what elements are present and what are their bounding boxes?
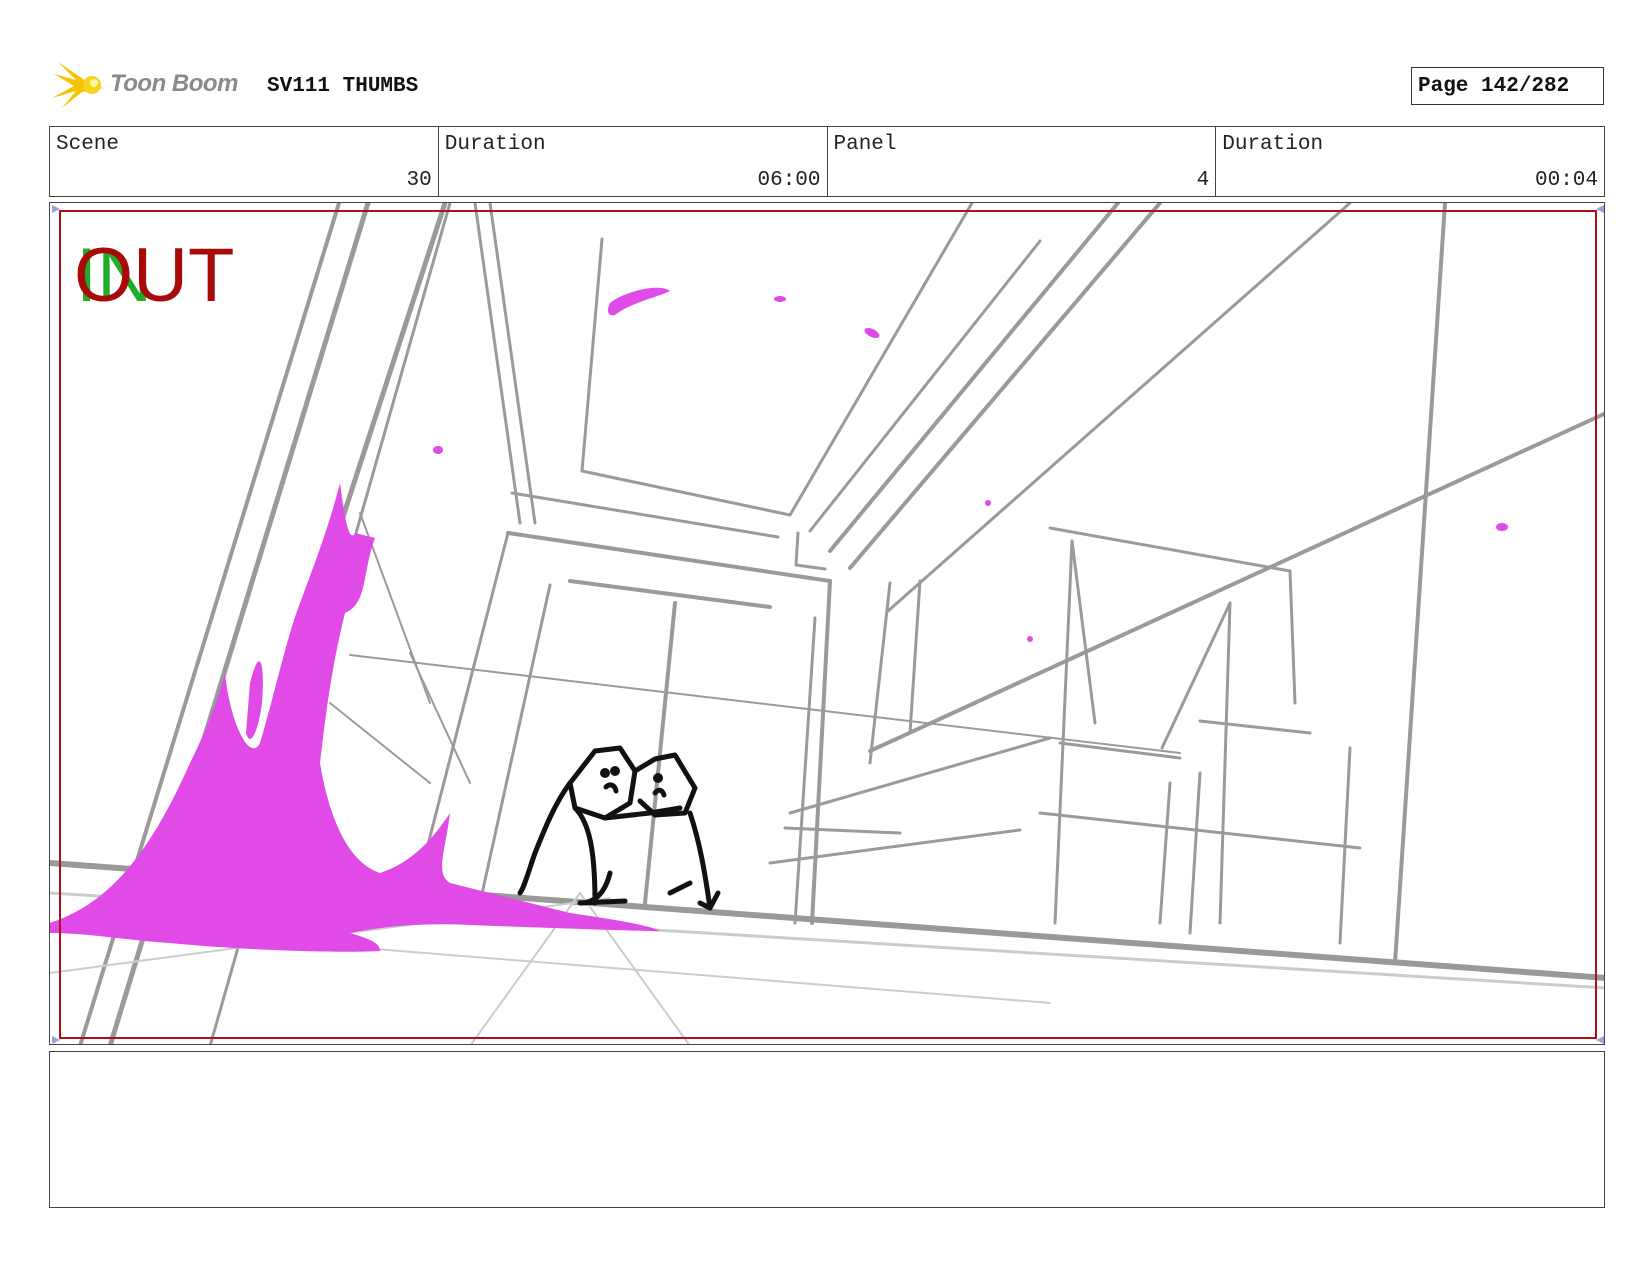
notes-box <box>49 1051 1605 1208</box>
page-label: Page 142/282 <box>1418 75 1570 98</box>
paint-splash <box>50 287 1508 952</box>
panel-info-table: Scene 30 Duration 06:00 Panel 4 Duration… <box>49 126 1605 197</box>
character-sketch <box>517 745 721 911</box>
scene-value: 30 <box>406 169 432 192</box>
storyboard-panel: IN OUT <box>49 202 1605 1045</box>
panel-value: 4 <box>1196 169 1210 192</box>
corner-marker <box>52 205 60 213</box>
scene-label: Scene <box>56 133 120 156</box>
panel-label: Panel <box>833 133 897 156</box>
starburst-icon <box>52 62 104 108</box>
scene-duration-label: Duration <box>444 133 546 156</box>
corner-marker <box>1596 205 1604 213</box>
panel-drawing: IN OUT <box>50 203 1604 1044</box>
out-marker: OUT <box>74 233 234 318</box>
project-title: SV111 THUMBS <box>267 75 419 98</box>
page-indicator: Page 142/282 <box>1411 67 1604 105</box>
scene-cell: Scene 30 <box>50 127 439 196</box>
scene-duration-cell: Duration 06:00 <box>439 127 828 196</box>
corner-marker <box>52 1036 60 1044</box>
scene-duration-value: 06:00 <box>757 169 821 192</box>
panel-duration-label: Duration <box>1222 133 1324 156</box>
panel-duration-value: 00:04 <box>1534 169 1598 192</box>
corner-marker <box>1596 1036 1604 1044</box>
toon-boom-logo: Toon Boom <box>52 58 252 112</box>
panel-cell: Panel 4 <box>828 127 1217 196</box>
logo-text: Toon Boom <box>110 70 238 97</box>
panel-duration-cell: Duration 00:04 <box>1216 127 1604 196</box>
